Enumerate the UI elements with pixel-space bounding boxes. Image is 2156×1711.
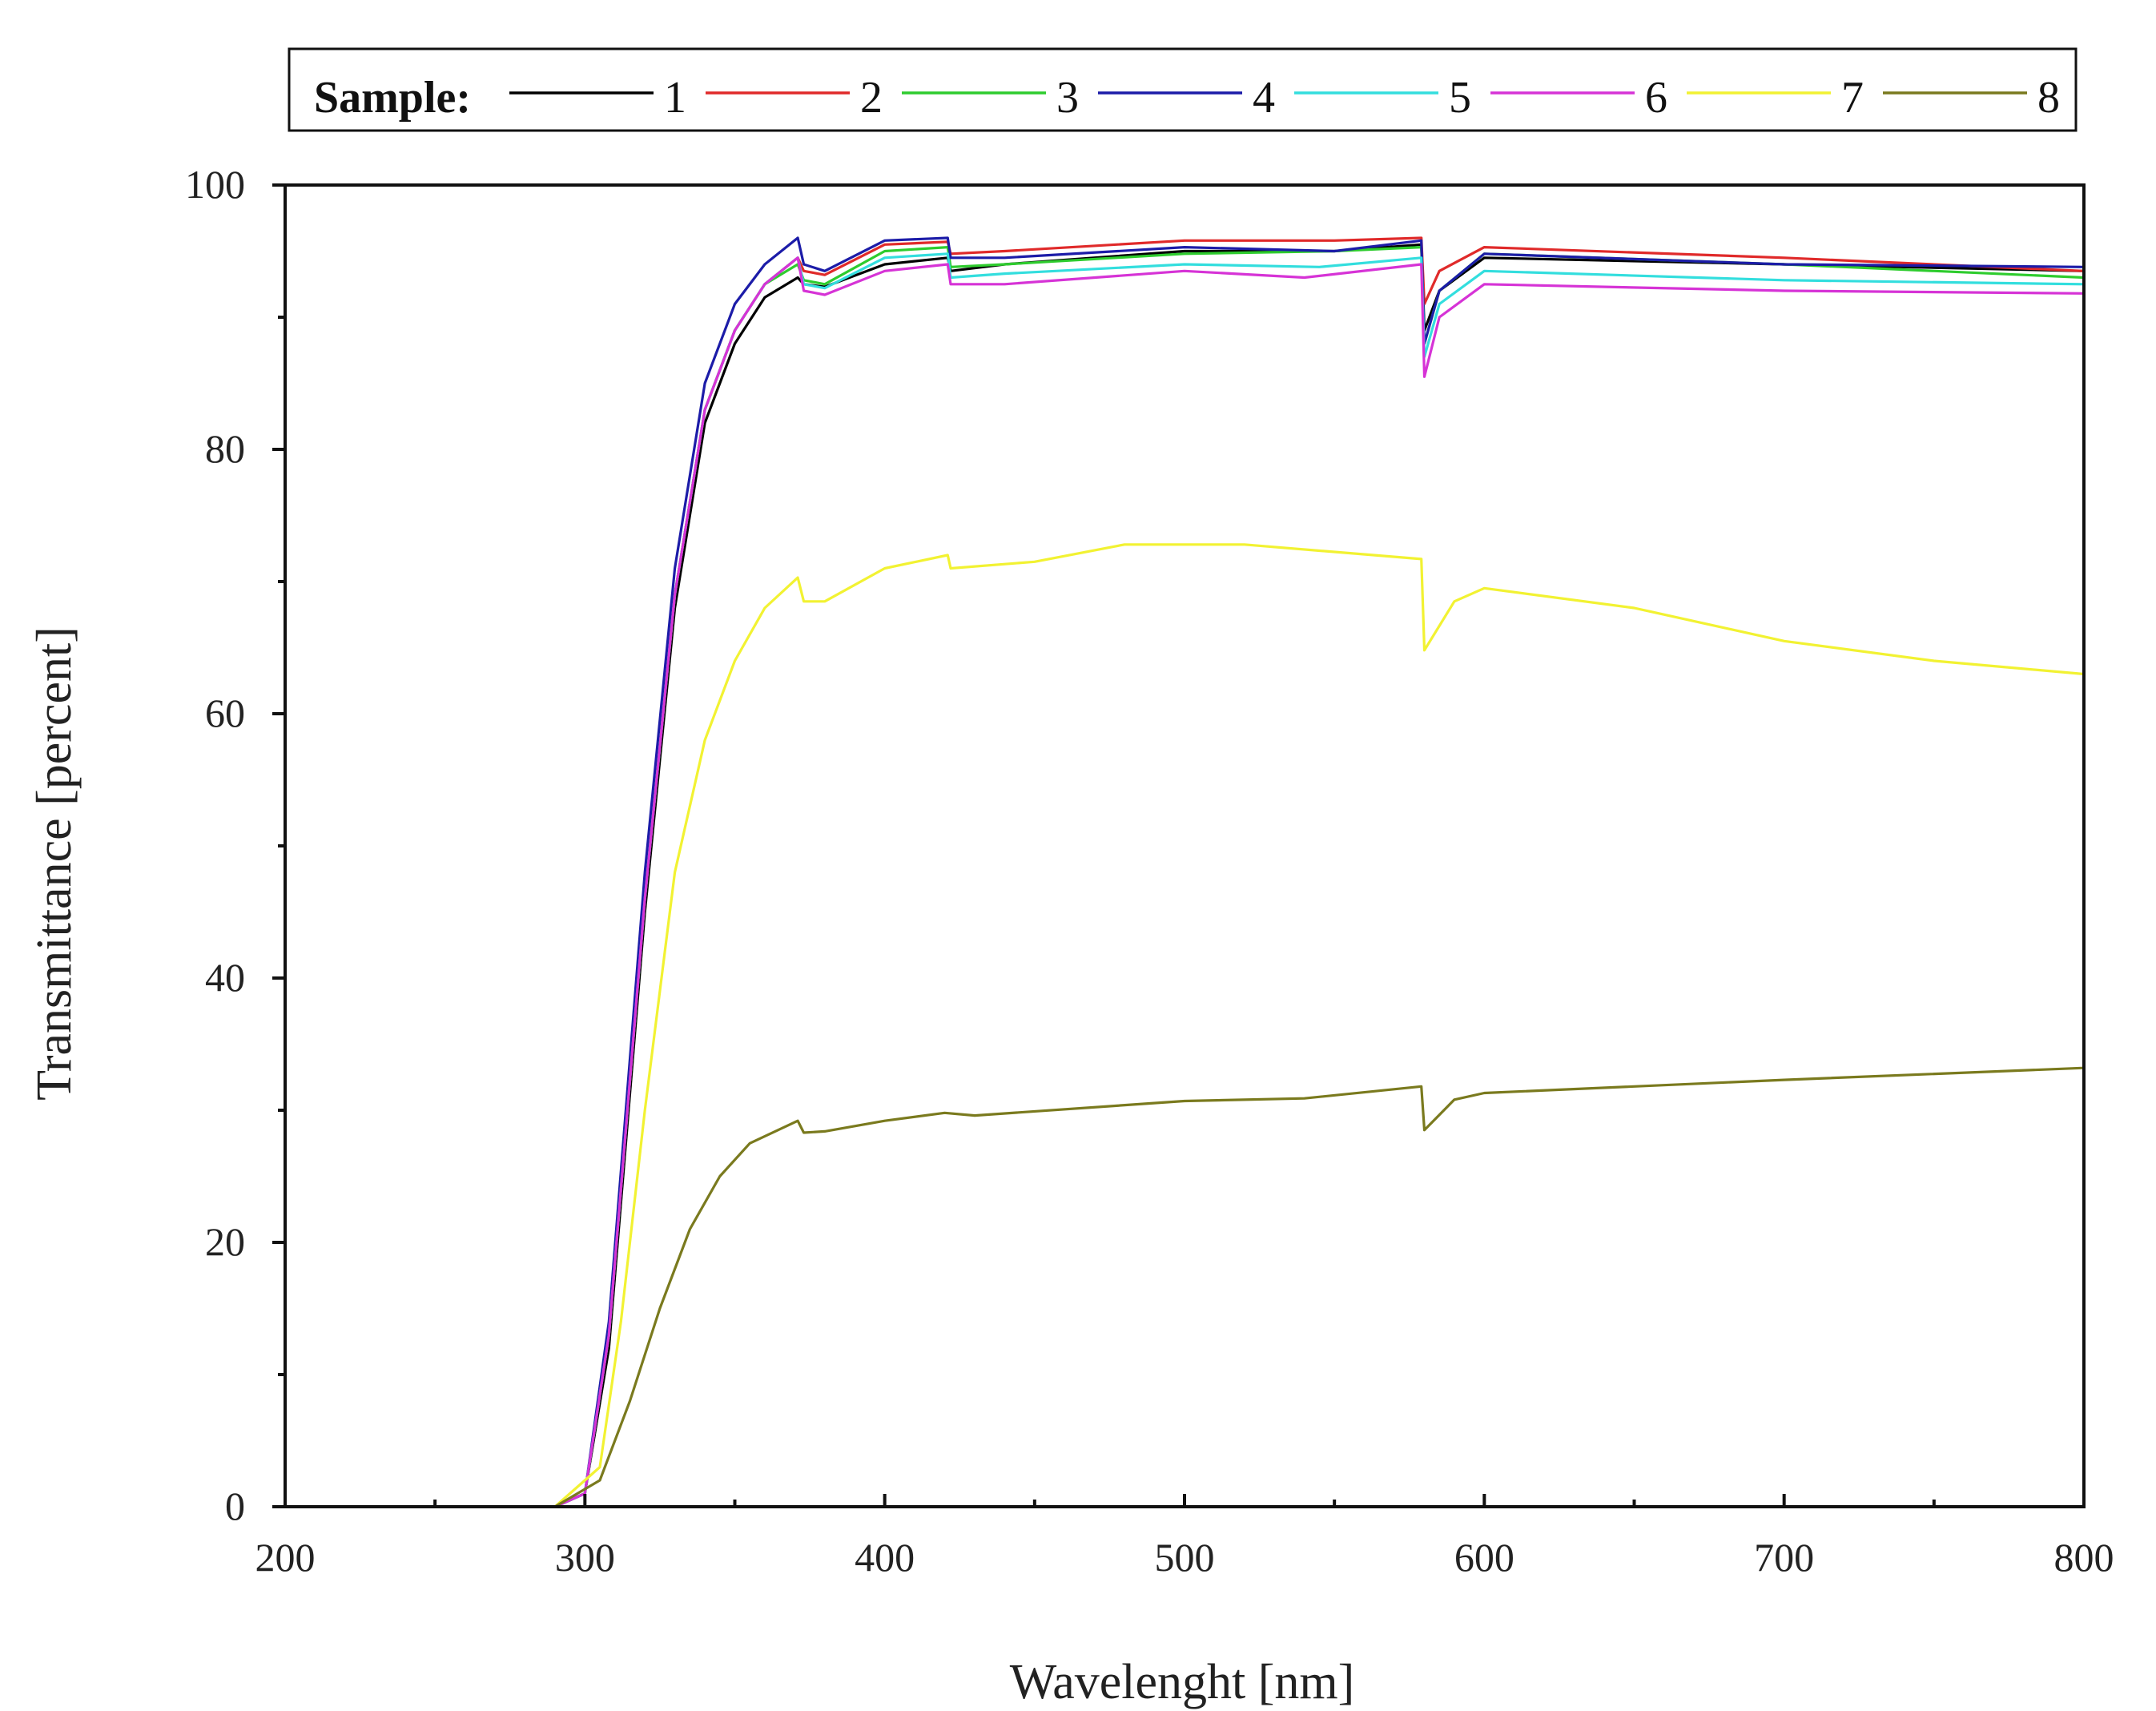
legend-label-sample-5: 5	[1449, 73, 1471, 123]
x-tick-label: 300	[555, 1535, 615, 1580]
legend-label-sample-2: 2	[860, 73, 883, 123]
series-line-sample-8	[285, 1066, 2085, 1508]
axes: 0 20 40 60 80 100 200 300 400 500 600 700 800	[185, 162, 2114, 1580]
y-tick-label: 40	[205, 955, 245, 1000]
series-line-sample-5	[285, 252, 2085, 1508]
legend-label-sample-3: 3	[1056, 73, 1079, 123]
x-tick-label: 200	[255, 1535, 316, 1580]
x-tick-label: 700	[1754, 1535, 1814, 1580]
x-tick-label: 500	[1155, 1535, 1215, 1580]
series-line-sample-6	[285, 256, 2085, 1508]
y-tick-label: 80	[205, 426, 245, 471]
series-line-sample-3	[285, 246, 2085, 1508]
y-tick-label: 60	[205, 690, 245, 735]
x-tick-label: 400	[855, 1535, 915, 1580]
x-tick-label: 800	[2054, 1535, 2114, 1580]
y-tick-label: 0	[225, 1484, 245, 1528]
legend-label-sample-1: 1	[664, 73, 686, 123]
y-tick-label: 20	[205, 1219, 245, 1264]
legend-label-sample-4: 4	[1253, 73, 1275, 123]
x-axis-title: Wavelenght [nm]	[1010, 1655, 1355, 1709]
plot-frame	[284, 183, 2086, 1508]
series-line-sample-7	[285, 543, 2085, 1508]
plot-area	[285, 236, 2085, 1508]
legend-box	[288, 47, 2078, 132]
legend-label-sample-7: 7	[1841, 73, 1864, 123]
legend-label-sample-8: 8	[2037, 73, 2060, 123]
transmittance-chart: Sample: 1 2 3 4 5 6 7 8 0 20 40 60 80 100 200 300 400 50…	[27, 47, 2114, 1709]
series-line-sample-4	[285, 236, 2085, 1508]
legend-title: Sample:	[314, 73, 471, 123]
x-tick-label: 600	[1454, 1535, 1514, 1580]
series-line-sample-1	[285, 243, 2085, 1508]
series-line-sample-2	[285, 236, 2085, 1508]
legend-label-sample-6: 6	[1645, 73, 1667, 123]
y-axis-title: Transmittance [percent]	[27, 626, 82, 1101]
legend: Sample: 1 2 3 4 5 6 7 8	[288, 47, 2078, 132]
y-tick-label: 100	[185, 162, 245, 207]
